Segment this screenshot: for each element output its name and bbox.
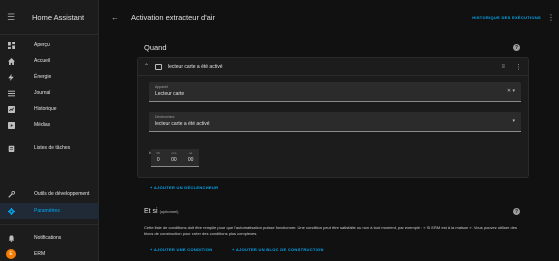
sidebar-item-historique[interactable]: Historique [0,101,99,117]
sidebar-item-label: ERM [34,251,46,257]
dashboard-icon [0,41,22,49]
drag-handle-icon[interactable]: ≡ [501,64,505,70]
duration-hours[interactable]: hh 0 [157,151,160,166]
sidebar-item-label: Paramètres [34,208,60,214]
duration-unit: ss [189,151,193,155]
home-icon [0,57,22,65]
avatar: E [6,249,16,259]
sidebar-item-energie[interactable]: Énergie [0,69,99,85]
trigger-card: ⌃ lecteur carte a été activé ≡ ⋮ Apparei… [137,57,529,178]
sidebar-item-journal[interactable]: Journal [0,85,99,101]
duration-value: 0 [156,157,160,163]
more-vert-icon[interactable]: ⋮ [515,63,522,71]
sidebar-item-label: Aperçu [34,42,50,48]
sidebar-item-notifications[interactable]: Notifications [0,230,99,246]
sidebar-item-profile[interactable]: E ERM [0,246,99,261]
sidebar-item-listes[interactable]: Listes de tâches [0,140,99,156]
wrench-icon [0,190,22,198]
sidebar-item-medias[interactable]: Médias [0,117,99,133]
sidebar-divider [0,224,99,225]
sidebar-item-label: Outils de développement [34,191,90,197]
duration-unit: hh [156,151,160,155]
menu-icon[interactable]: ☰ [0,12,22,23]
section-title-et-si: Et si (optionnel) [144,208,178,215]
add-building-block-button[interactable]: + AJOUTER UN BLOC DE CONSTRUCTION [232,247,324,252]
sidebar-item-label: Médias [34,122,51,128]
conditions-description: Cette liste de conditions doit être remp… [144,225,517,236]
add-condition-button[interactable]: + AJOUTER UNE CONDITION [150,247,212,252]
back-arrow-icon[interactable]: ← [105,13,125,22]
duration-unit: mm [171,151,177,155]
clipboard-icon [0,145,22,152]
chart-icon [0,105,22,113]
field-value: lecteur carte a été activé [155,121,210,127]
duration-value: 00 [187,157,194,163]
sidebar-item-label: Énergie [34,74,52,80]
more-vert-icon[interactable]: ⋮ [547,13,555,22]
chevron-down-icon[interactable]: ▾ [512,118,515,124]
sidebar-item-label: Notifications [34,235,62,241]
device-icon [155,63,162,70]
field-label: Appareil [155,85,168,89]
sidebar-item-label: Accueil [34,58,51,64]
sidebar-item-apercu[interactable]: Aperçu [0,37,99,53]
sidebar: ☰ Home Assistant Aperçu Accueil Énergie … [0,0,99,261]
add-trigger-button[interactable]: + AJOUTER UN DÉCLENCHEUR [150,185,218,190]
sidebar-item-accueil[interactable]: Accueil [0,53,99,69]
history-button[interactable]: HISTORIQUE DES EXÉCUTIONS [472,15,541,20]
lightning-icon [0,73,22,81]
section-title-quand: Quand [144,43,167,52]
sidebar-item-label: Listes de tâches [34,145,71,151]
avatar-wrap: E [0,249,22,259]
app-title: Home Assistant [32,12,85,22]
help-icon[interactable]: ? [513,44,520,51]
gear-icon [0,207,22,215]
bell-icon [0,234,22,242]
duration-fields[interactable]: hh 0 mm 00 ss 00 [151,149,199,167]
sidebar-item-dev-tools[interactable]: Outils de développement [0,186,99,202]
duration-minutes[interactable]: mm 00 [171,151,177,166]
page-title: Activation extracteur d'air [131,13,215,22]
section-title-text: Et si [144,208,158,215]
duration-seconds[interactable]: ss 00 [188,151,194,166]
duration-input: for hh 0 mm 00 ss 00 [149,141,209,171]
sidebar-item-label: Historique [34,106,57,112]
trigger-title: lecteur carte a été activé [168,63,223,70]
trigger-card-header[interactable]: ⌃ lecteur carte a été activé ≡ ⋮ [138,58,528,76]
sidebar-item-parametres[interactable]: Paramètres [0,203,99,219]
trigger-select[interactable]: Déclencheur lecteur carte a été activé ▾ [149,112,521,132]
clear-dropdown-icon[interactable]: ✕ ▾ [507,88,515,94]
sidebar-item-label: Journal [34,90,51,96]
list-icon [0,90,22,97]
field-label: Déclencheur [155,115,175,119]
top-bar: ← Activation extracteur d'air HISTORIQUE… [99,0,559,35]
help-icon[interactable]: ? [513,208,520,215]
optional-tag: (optionnel) [159,209,179,214]
chevron-up-icon[interactable]: ⌃ [144,63,152,70]
sidebar-header: ☰ Home Assistant [0,0,98,35]
field-value: Lecteur carte [155,91,185,97]
media-icon [0,121,22,129]
device-select[interactable]: Appareil Lecteur carte ✕ ▾ [149,82,521,102]
duration-value: 00 [171,157,177,163]
